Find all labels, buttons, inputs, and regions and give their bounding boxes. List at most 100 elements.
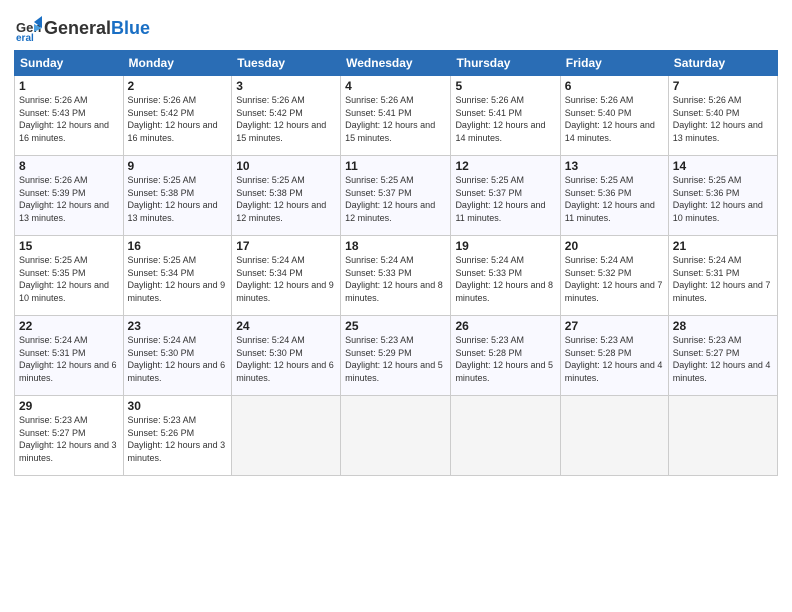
sunrise-label: Sunrise: 5:24 AM [673, 255, 742, 265]
sunset-label: Sunset: 5:30 PM [236, 348, 303, 358]
day-cell: 12 Sunrise: 5:25 AM Sunset: 5:37 PM Dayl… [451, 156, 560, 236]
day-number: 4 [345, 79, 446, 93]
sunset-label: Sunset: 5:26 PM [128, 428, 195, 438]
daylight-label: Daylight: 12 hours and 4 minutes. [673, 360, 771, 383]
day-info: Sunrise: 5:25 AM Sunset: 5:38 PM Dayligh… [128, 174, 228, 224]
day-info: Sunrise: 5:25 AM Sunset: 5:35 PM Dayligh… [19, 254, 119, 304]
col-saturday: Saturday [668, 51, 777, 76]
day-cell: 25 Sunrise: 5:23 AM Sunset: 5:29 PM Dayl… [341, 316, 451, 396]
empty-day-cell [232, 396, 341, 476]
sunrise-label: Sunrise: 5:25 AM [345, 175, 414, 185]
sunrise-label: Sunrise: 5:25 AM [565, 175, 634, 185]
day-number: 7 [673, 79, 773, 93]
sunrise-label: Sunrise: 5:25 AM [455, 175, 524, 185]
sunset-label: Sunset: 5:38 PM [236, 188, 303, 198]
calendar-week-row: 8 Sunrise: 5:26 AM Sunset: 5:39 PM Dayli… [15, 156, 778, 236]
daylight-label: Daylight: 12 hours and 7 minutes. [673, 280, 771, 303]
day-info: Sunrise: 5:23 AM Sunset: 5:27 PM Dayligh… [673, 334, 773, 384]
sunset-label: Sunset: 5:28 PM [455, 348, 522, 358]
sunset-label: Sunset: 5:32 PM [565, 268, 632, 278]
day-number: 16 [128, 239, 228, 253]
day-cell: 6 Sunrise: 5:26 AM Sunset: 5:40 PM Dayli… [560, 76, 668, 156]
day-info: Sunrise: 5:24 AM Sunset: 5:31 PM Dayligh… [673, 254, 773, 304]
sunrise-label: Sunrise: 5:24 AM [128, 335, 197, 345]
day-info: Sunrise: 5:26 AM Sunset: 5:40 PM Dayligh… [565, 94, 664, 144]
sunrise-label: Sunrise: 5:26 AM [673, 95, 742, 105]
sunrise-label: Sunrise: 5:26 AM [19, 175, 88, 185]
sunrise-label: Sunrise: 5:26 AM [455, 95, 524, 105]
day-info: Sunrise: 5:26 AM Sunset: 5:40 PM Dayligh… [673, 94, 773, 144]
daylight-label: Daylight: 12 hours and 11 minutes. [455, 200, 545, 223]
day-cell: 27 Sunrise: 5:23 AM Sunset: 5:28 PM Dayl… [560, 316, 668, 396]
day-number: 29 [19, 399, 119, 413]
day-number: 5 [455, 79, 555, 93]
day-cell: 23 Sunrise: 5:24 AM Sunset: 5:30 PM Dayl… [123, 316, 232, 396]
sunrise-label: Sunrise: 5:25 AM [19, 255, 88, 265]
sunrise-label: Sunrise: 5:26 AM [236, 95, 305, 105]
sunrise-label: Sunrise: 5:24 AM [565, 255, 634, 265]
day-number: 6 [565, 79, 664, 93]
day-number: 1 [19, 79, 119, 93]
day-cell: 10 Sunrise: 5:25 AM Sunset: 5:38 PM Dayl… [232, 156, 341, 236]
day-info: Sunrise: 5:26 AM Sunset: 5:41 PM Dayligh… [455, 94, 555, 144]
sunset-label: Sunset: 5:42 PM [128, 108, 195, 118]
sunset-label: Sunset: 5:33 PM [455, 268, 522, 278]
day-number: 10 [236, 159, 336, 173]
daylight-label: Daylight: 12 hours and 7 minutes. [565, 280, 663, 303]
header: Gen eral GeneralBlue [14, 10, 778, 42]
day-cell: 11 Sunrise: 5:25 AM Sunset: 5:37 PM Dayl… [341, 156, 451, 236]
sunrise-label: Sunrise: 5:24 AM [345, 255, 414, 265]
sunset-label: Sunset: 5:39 PM [19, 188, 86, 198]
daylight-label: Daylight: 12 hours and 6 minutes. [128, 360, 226, 383]
day-info: Sunrise: 5:25 AM Sunset: 5:37 PM Dayligh… [345, 174, 446, 224]
col-friday: Friday [560, 51, 668, 76]
sunset-label: Sunset: 5:27 PM [19, 428, 86, 438]
sunset-label: Sunset: 5:40 PM [565, 108, 632, 118]
logo-general: General [44, 18, 111, 38]
sunset-label: Sunset: 5:37 PM [345, 188, 412, 198]
day-number: 27 [565, 319, 664, 333]
sunrise-label: Sunrise: 5:23 AM [565, 335, 634, 345]
empty-day-cell [560, 396, 668, 476]
logo-text: GeneralBlue [44, 19, 150, 37]
empty-day-cell [451, 396, 560, 476]
day-cell: 20 Sunrise: 5:24 AM Sunset: 5:32 PM Dayl… [560, 236, 668, 316]
day-cell: 21 Sunrise: 5:24 AM Sunset: 5:31 PM Dayl… [668, 236, 777, 316]
daylight-label: Daylight: 12 hours and 12 minutes. [236, 200, 326, 223]
calendar-week-row: 29 Sunrise: 5:23 AM Sunset: 5:27 PM Dayl… [15, 396, 778, 476]
day-number: 13 [565, 159, 664, 173]
daylight-label: Daylight: 12 hours and 4 minutes. [565, 360, 663, 383]
sunset-label: Sunset: 5:27 PM [673, 348, 740, 358]
day-number: 20 [565, 239, 664, 253]
sunrise-label: Sunrise: 5:26 AM [565, 95, 634, 105]
day-number: 19 [455, 239, 555, 253]
col-monday: Monday [123, 51, 232, 76]
calendar-table: Sunday Monday Tuesday Wednesday Thursday… [14, 50, 778, 476]
daylight-label: Daylight: 12 hours and 3 minutes. [19, 440, 117, 463]
sunset-label: Sunset: 5:40 PM [673, 108, 740, 118]
sunset-label: Sunset: 5:42 PM [236, 108, 303, 118]
daylight-label: Daylight: 12 hours and 13 minutes. [19, 200, 109, 223]
daylight-label: Daylight: 12 hours and 15 minutes. [345, 120, 435, 143]
empty-day-cell [668, 396, 777, 476]
logo-blue: Blue [111, 18, 150, 38]
sunrise-label: Sunrise: 5:24 AM [455, 255, 524, 265]
day-cell: 2 Sunrise: 5:26 AM Sunset: 5:42 PM Dayli… [123, 76, 232, 156]
sunrise-label: Sunrise: 5:24 AM [236, 255, 305, 265]
sunset-label: Sunset: 5:36 PM [673, 188, 740, 198]
day-info: Sunrise: 5:23 AM Sunset: 5:28 PM Dayligh… [455, 334, 555, 384]
daylight-label: Daylight: 12 hours and 13 minutes. [673, 120, 763, 143]
day-cell: 30 Sunrise: 5:23 AM Sunset: 5:26 PM Dayl… [123, 396, 232, 476]
daylight-label: Daylight: 12 hours and 6 minutes. [19, 360, 117, 383]
day-cell: 28 Sunrise: 5:23 AM Sunset: 5:27 PM Dayl… [668, 316, 777, 396]
daylight-label: Daylight: 12 hours and 6 minutes. [236, 360, 334, 383]
calendar-week-row: 1 Sunrise: 5:26 AM Sunset: 5:43 PM Dayli… [15, 76, 778, 156]
sunset-label: Sunset: 5:38 PM [128, 188, 195, 198]
sunrise-label: Sunrise: 5:24 AM [19, 335, 88, 345]
sunset-label: Sunset: 5:33 PM [345, 268, 412, 278]
day-cell: 29 Sunrise: 5:23 AM Sunset: 5:27 PM Dayl… [15, 396, 124, 476]
day-cell: 1 Sunrise: 5:26 AM Sunset: 5:43 PM Dayli… [15, 76, 124, 156]
day-info: Sunrise: 5:24 AM Sunset: 5:33 PM Dayligh… [345, 254, 446, 304]
day-cell: 24 Sunrise: 5:24 AM Sunset: 5:30 PM Dayl… [232, 316, 341, 396]
sunrise-label: Sunrise: 5:26 AM [345, 95, 414, 105]
